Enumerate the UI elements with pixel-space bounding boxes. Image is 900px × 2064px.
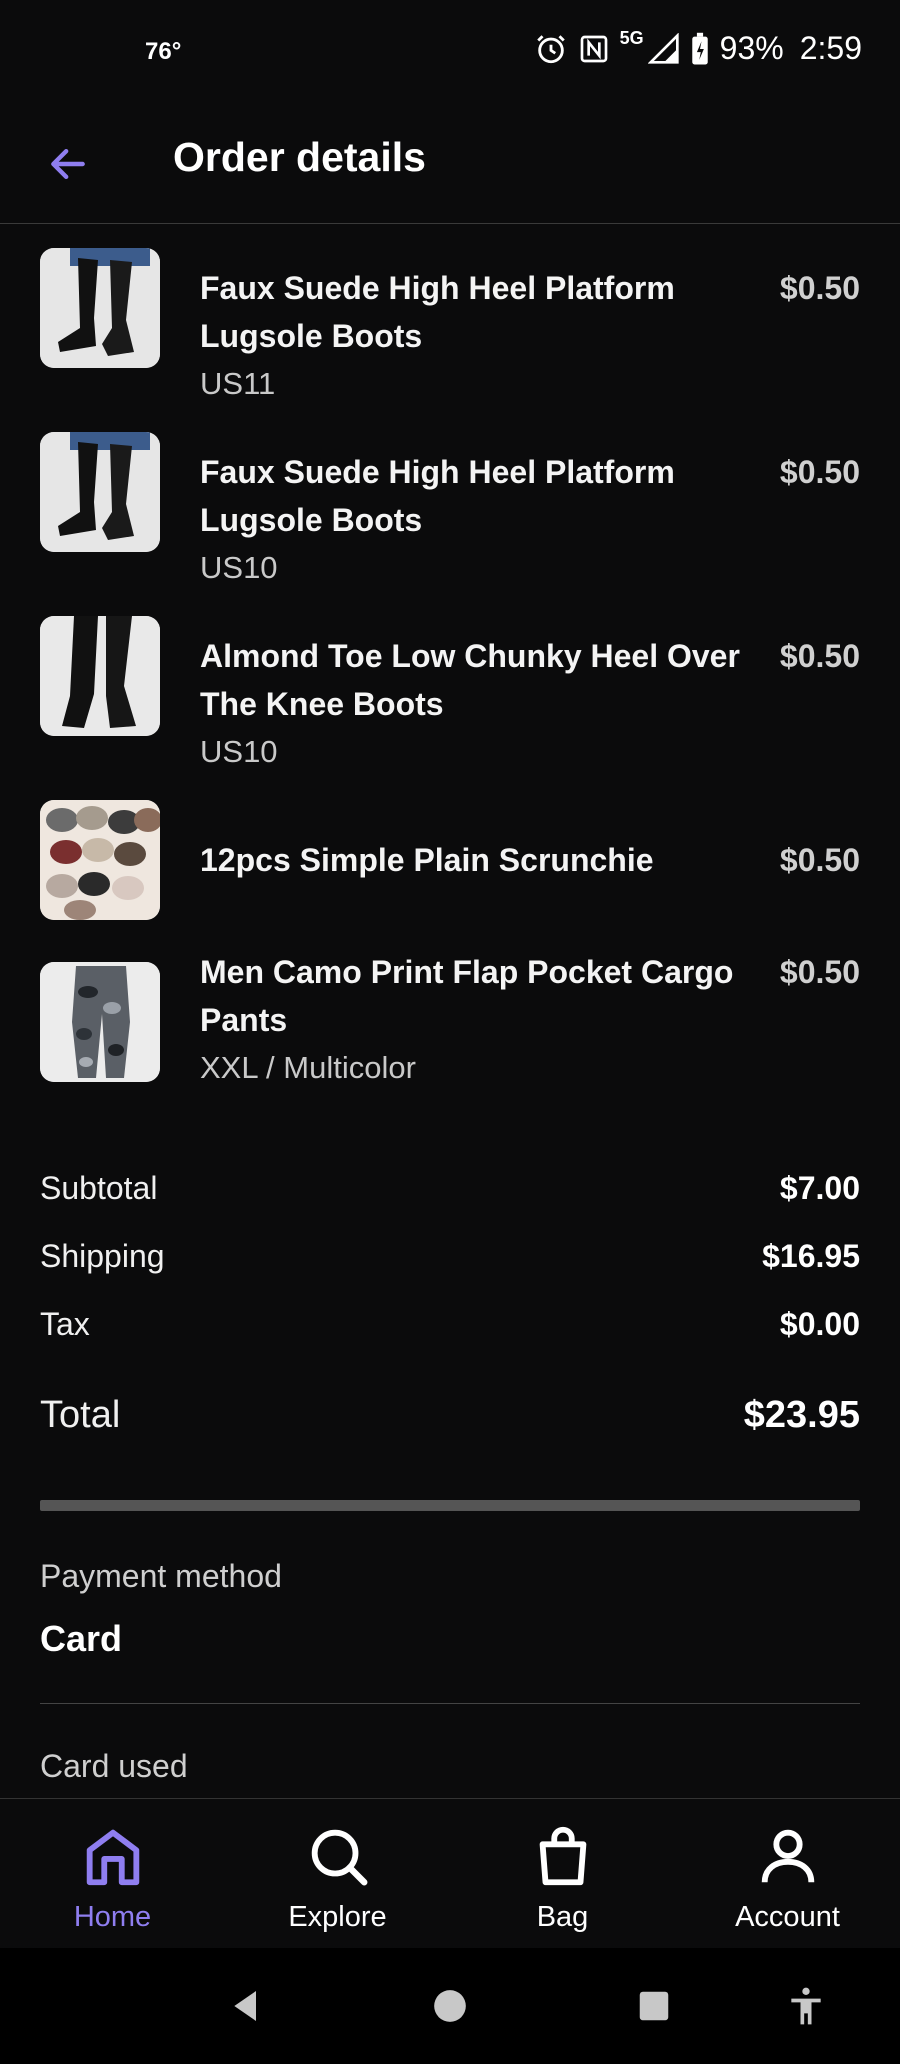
- item-name: 12pcs Simple Plain Scrunchie: [200, 842, 654, 878]
- divider: [40, 1703, 860, 1704]
- card-used-label: Card used: [40, 1748, 188, 1784]
- order-item[interactable]: 12pcs Simple Plain Scrunchie $0.50: [0, 800, 900, 924]
- nav-explore-label: Explore: [288, 1901, 387, 1933]
- item-name: Faux Suede High Heel Platform Lugsole Bo…: [200, 270, 675, 354]
- boots-image: [40, 616, 160, 736]
- system-home-button[interactable]: [422, 1978, 478, 2034]
- product-thumbnail: [40, 432, 160, 552]
- item-variant: US10: [200, 734, 278, 769]
- item-variant: US11: [200, 366, 276, 401]
- app-header: Order details: [0, 108, 900, 224]
- accessibility-icon: [791, 1987, 821, 2025]
- item-price: $0.50: [779, 270, 860, 306]
- product-thumbnail: [40, 616, 160, 736]
- item-price: $0.50: [779, 638, 860, 674]
- shipping-value: $16.95: [762, 1238, 860, 1274]
- nav-home[interactable]: Home: [0, 1799, 225, 1949]
- payment-method-value: Card: [40, 1618, 123, 1659]
- shipping-label: Shipping: [40, 1238, 165, 1274]
- nav-account[interactable]: Account: [675, 1799, 900, 1949]
- nav-home-label: Home: [73, 1901, 152, 1933]
- nav-explore[interactable]: Explore: [225, 1799, 450, 1949]
- section-divider: [40, 1500, 860, 1511]
- system-back-button[interactable]: [218, 1978, 274, 2034]
- nav-bag[interactable]: Bag: [450, 1799, 675, 1949]
- alarm-icon: [536, 34, 565, 63]
- item-variant: XXL / Multicolor: [200, 1050, 416, 1085]
- product-thumbnail: [40, 962, 160, 1082]
- tax-value: $0.00: [779, 1306, 860, 1342]
- bag-icon: [539, 1826, 586, 1886]
- order-item[interactable]: Faux Suede High Heel Platform Lugsole Bo…: [0, 248, 900, 401]
- clock: 2:59: [799, 30, 862, 66]
- system-nav-bar: [0, 1948, 900, 2064]
- battery-percent: 93%: [719, 30, 784, 66]
- accessibility-button[interactable]: [778, 1978, 834, 2034]
- subtotal-label: Subtotal: [40, 1170, 158, 1206]
- scrunchie-image: [40, 800, 160, 920]
- payment-method-label: Payment method: [40, 1558, 282, 1594]
- order-item[interactable]: Almond Toe Low Chunky Heel Over The Knee…: [0, 616, 900, 769]
- signal-icon: [647, 32, 679, 64]
- total-label: Total: [40, 1394, 121, 1436]
- item-price: $0.50: [779, 842, 860, 878]
- item-name: Men Camo Print Flap Pocket Cargo Pants: [200, 954, 734, 1038]
- item-price: $0.50: [779, 454, 860, 490]
- account-icon: [761, 1829, 814, 1883]
- bottom-nav: Home Explore Bag Account: [0, 1798, 900, 1948]
- subtotal-value: $7.00: [779, 1170, 860, 1206]
- tax-row: Tax $0.00: [40, 1306, 860, 1343]
- boots-image: [40, 432, 160, 552]
- home-icon: [86, 1829, 139, 1886]
- system-recents-button[interactable]: [626, 1978, 682, 2034]
- nav-account-label: Account: [735, 1901, 840, 1933]
- arrow-left-icon: [51, 148, 85, 180]
- page-title: Order details: [173, 134, 426, 180]
- total-value: $23.95: [743, 1394, 860, 1436]
- back-button[interactable]: [40, 136, 96, 192]
- total-row: Total $23.95: [40, 1394, 860, 1437]
- nfc-icon: [580, 35, 607, 62]
- order-item[interactable]: Faux Suede High Heel Platform Lugsole Bo…: [0, 432, 900, 585]
- status-icons: 5G 93% 2:59: [534, 28, 862, 67]
- boots-image: [40, 248, 160, 368]
- subtotal-row: Subtotal $7.00: [40, 1170, 860, 1207]
- product-thumbnail: [40, 800, 160, 920]
- nav-bag-label: Bag: [536, 1901, 589, 1933]
- square-recents-icon: [639, 1991, 669, 2021]
- status-temperature: 76°: [145, 38, 182, 65]
- triangle-back-icon: [234, 1991, 256, 2021]
- network-type: 5G: [619, 28, 644, 48]
- shipping-row: Shipping $16.95: [40, 1238, 860, 1275]
- circle-home-icon: [434, 1990, 466, 2022]
- status-bar: 76° 5G 93% 2:59: [0, 0, 900, 108]
- product-thumbnail: [40, 248, 160, 368]
- tax-label: Tax: [40, 1306, 90, 1342]
- search-icon: [311, 1829, 367, 1886]
- item-variant: US10: [200, 550, 278, 585]
- item-price: $0.50: [779, 954, 860, 990]
- battery-icon: [691, 32, 708, 64]
- item-name: Almond Toe Low Chunky Heel Over The Knee…: [200, 638, 740, 722]
- order-item[interactable]: Men Camo Print Flap Pocket Cargo Pants X…: [0, 954, 900, 1112]
- item-name: Faux Suede High Heel Platform Lugsole Bo…: [200, 454, 675, 538]
- camo-pants-image: [40, 962, 160, 1082]
